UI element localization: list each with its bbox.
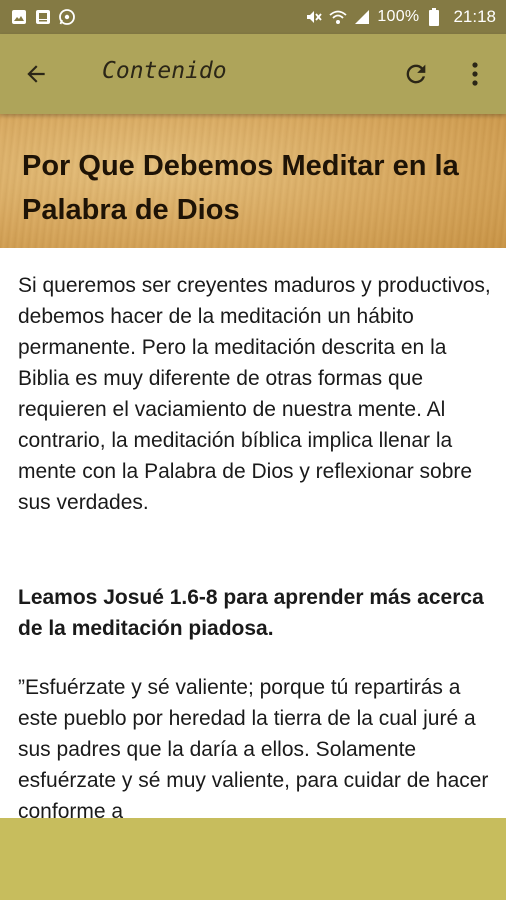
app-bar-title: Contenido — [102, 58, 227, 84]
article-paragraph: Si queremos ser creyentes maduros y prod… — [18, 274, 491, 514]
battery-icon — [425, 8, 443, 26]
article-body[interactable]: Si queremos ser creyentes maduros y prod… — [0, 248, 506, 818]
mute-icon — [305, 8, 323, 26]
status-bar-left — [10, 8, 76, 26]
refresh-icon — [406, 64, 426, 84]
signal-icon — [353, 8, 371, 26]
article-quote: ”Esfuérzate y sé valiente; porque tú rep… — [18, 676, 489, 818]
whatsapp-icon — [58, 8, 76, 26]
bottom-bar — [0, 818, 506, 900]
more-options-button[interactable] — [458, 54, 492, 94]
article-header: Por Que Debemos Meditar en la Palabra de… — [0, 114, 506, 248]
more-vert-icon — [472, 62, 478, 86]
gallery-icon — [34, 8, 52, 26]
image-icon — [10, 8, 28, 26]
clock: 21:18 — [453, 7, 496, 26]
back-button[interactable] — [16, 54, 56, 94]
article-title: Por Que Debemos Meditar en la Palabra de… — [22, 150, 459, 226]
status-bar: 100% 21:18 — [0, 0, 506, 34]
refresh-button[interactable] — [396, 54, 436, 94]
battery-percent: 100% — [377, 8, 420, 25]
status-bar-right: 100% 21:18 — [305, 7, 496, 27]
app-bar: Contenido — [0, 34, 506, 114]
back-arrow-icon — [27, 65, 45, 83]
wifi-icon — [329, 8, 347, 26]
article-subheading: Leamos Josué 1.6-8 para aprender más ace… — [18, 586, 484, 640]
